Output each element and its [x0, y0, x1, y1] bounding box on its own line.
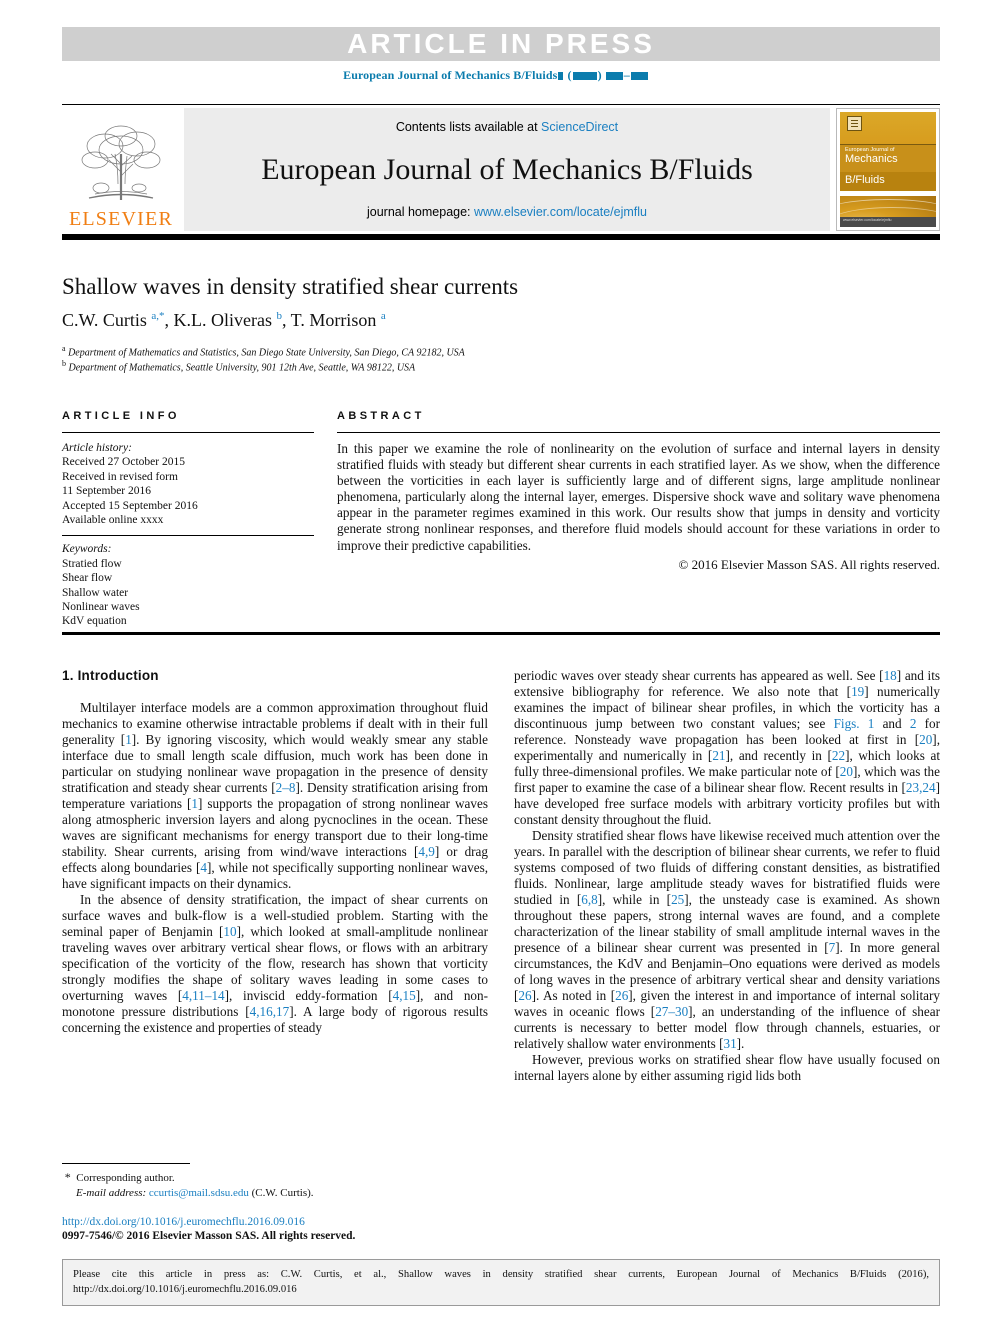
journal-masthead: ELSEVIER Contents lists available at Sci…	[62, 104, 940, 231]
journal-cover-thumbnail: European Journal of Mechanics B/Fluids w…	[836, 108, 940, 231]
cover-line-2: Mechanics	[845, 153, 898, 166]
article-history-label: Article history:	[62, 442, 132, 454]
page-start-placeholder-block	[605, 72, 623, 81]
elsevier-wordmark: ELSEVIER	[68, 208, 174, 230]
article-history-block: Article history: Received 27 October 201…	[62, 441, 314, 527]
abstract-heading: ABSTRACT	[337, 410, 425, 422]
history-item: 11 September 2016	[62, 485, 152, 498]
abstract-bottom-divider	[62, 632, 940, 635]
page-end-placeholder-block	[630, 72, 648, 81]
corresponding-author-text: Corresponding author.	[76, 1172, 175, 1184]
article-in-press-banner: ARTICLE IN PRESS	[62, 27, 940, 61]
keyword-item: Shear flow	[62, 572, 113, 585]
affiliation-a: a Department of Mathematics and Statisti…	[62, 344, 822, 360]
footnote-divider	[62, 1163, 190, 1165]
abstract-section: ABSTRACT In this paper we examine the ro…	[337, 410, 940, 573]
doi-block: http://dx.doi.org/10.1016/j.euromechflu.…	[62, 1215, 502, 1243]
asterisk-icon: *	[64, 1170, 71, 1184]
abstract-text: In this paper we examine the role of non…	[337, 441, 940, 553]
article-info-heading: ARTICLE INFO	[62, 410, 180, 422]
keywords-rule	[62, 535, 314, 537]
keyword-item: Shallow water	[62, 586, 129, 599]
doi-link[interactable]: http://dx.doi.org/10.1016/j.euromechflu.…	[62, 1215, 502, 1229]
journal-title: European Journal of Mechanics B/Fluids	[261, 152, 753, 186]
email-owner: (C.W. Curtis).	[251, 1187, 314, 1199]
contents-list-line: Contents lists available at ScienceDirec…	[396, 120, 618, 134]
issn-copyright: 0997-7546/© 2016 Elsevier Masson SAS. Al…	[62, 1230, 356, 1242]
keyword-item: KdV equation	[62, 615, 127, 628]
contents-prefix: Contents lists available at	[395, 120, 542, 134]
running-head: European Journal of Mechanics B/Fluids (…	[0, 68, 992, 83]
article-info-section: ARTICLE INFO Article history: Received 2…	[62, 410, 314, 629]
journal-homepage-link[interactable]: www.elsevier.com/locate/ejmflu	[474, 205, 647, 219]
elsevier-tree-icon	[81, 125, 161, 200]
citation-notice-box: Please cite this article in press as: C.…	[62, 1259, 940, 1306]
keywords-block: Keywords: Stratied flow Shear flow Shallow…	[62, 542, 314, 628]
journal-center-panel: Contents lists available at ScienceDirec…	[184, 108, 830, 231]
paragraph: However, previous works on stratified sh…	[514, 1052, 940, 1083]
corresponding-author-note: * Corresponding author.	[62, 1170, 492, 1186]
email-note: E-mail address: ccurtis@mail.sdsu.edu (C…	[62, 1186, 492, 1201]
history-item: Available online xxxx	[62, 514, 164, 527]
article-in-press-label: ARTICLE IN PRESS	[347, 28, 655, 59]
keyword-item: Nonlinear waves	[62, 601, 140, 614]
footnote-block: * Corresponding author. E-mail address: …	[62, 1170, 492, 1201]
history-item: Received in revised form	[62, 470, 178, 483]
elsevier-logo: ELSEVIER	[62, 108, 180, 231]
abstract-rule	[337, 432, 940, 433]
sciencedirect-link[interactable]: ScienceDirect	[541, 120, 618, 134]
paragraph: periodic waves over steady shear current…	[514, 668, 941, 827]
cover-emblem-icon	[847, 116, 862, 131]
email-link[interactable]: ccurtis@mail.sdsu.edu	[149, 1187, 249, 1199]
paper-page: ARTICLE IN PRESS European Journal of Mec…	[0, 0, 992, 1323]
paragraph: In the absence of density stratification…	[62, 892, 489, 1035]
homepage-prefix: journal homepage:	[366, 205, 475, 219]
keywords-list: Stratied flow Shear flow Shallow water Nonl…	[62, 557, 314, 629]
keyword-item: Stratied flow	[62, 557, 122, 570]
keywords-label: Keywords:	[62, 543, 112, 556]
affiliation-b-text: Department of Mathematics, Seattle Unive…	[68, 362, 416, 374]
history-item: Accepted 15 September 2016	[62, 499, 198, 512]
article-info-rule	[62, 432, 314, 433]
running-head-journal: European Journal of Mechanics B/Fluids	[343, 68, 558, 82]
paragraph: Multilayer interface models are a common…	[62, 700, 489, 891]
history-item: Received 27 October 2015	[62, 456, 185, 469]
masthead-divider	[62, 234, 940, 240]
article-history-list: Received 27 October 2015 Received in revi…	[62, 455, 314, 527]
cover-line-3: B/Fluids	[840, 171, 936, 192]
abstract-copyright: © 2016 Elsevier Masson SAS. All rights r…	[678, 556, 940, 572]
page-title: Shallow waves in density stratified shea…	[62, 274, 519, 299]
affiliation-b: b Department of Mathematics, Seattle Uni…	[62, 359, 822, 375]
affiliation-b-marker: b	[62, 359, 66, 368]
citation-notice-text: Please cite this article in press as: C.…	[73, 1269, 929, 1295]
volume-placeholder-block	[558, 72, 564, 81]
author-list: C.W. Curtis a,*, K.L. Oliveras b, T. Mor…	[62, 310, 386, 330]
year-placeholder-block	[572, 72, 597, 81]
body-column-left: 1. Introduction Multilayer interface mod…	[62, 668, 488, 1036]
email-label: E-mail address:	[76, 1187, 147, 1199]
paragraph: Density stratified shear flows have like…	[514, 828, 941, 1051]
affiliation-a-text: Department of Mathematics and Statistics…	[68, 347, 465, 359]
cover-footer-url: www.elsevier.com/locate/ejmflu	[840, 216, 936, 227]
affiliation-a-marker: a	[62, 344, 66, 353]
section-heading-introduction: 1. Introduction	[62, 668, 159, 683]
body-column-right: periodic waves over steady shear current…	[514, 668, 940, 1084]
journal-homepage-line: journal homepage: www.elsevier.com/locat…	[367, 205, 647, 219]
